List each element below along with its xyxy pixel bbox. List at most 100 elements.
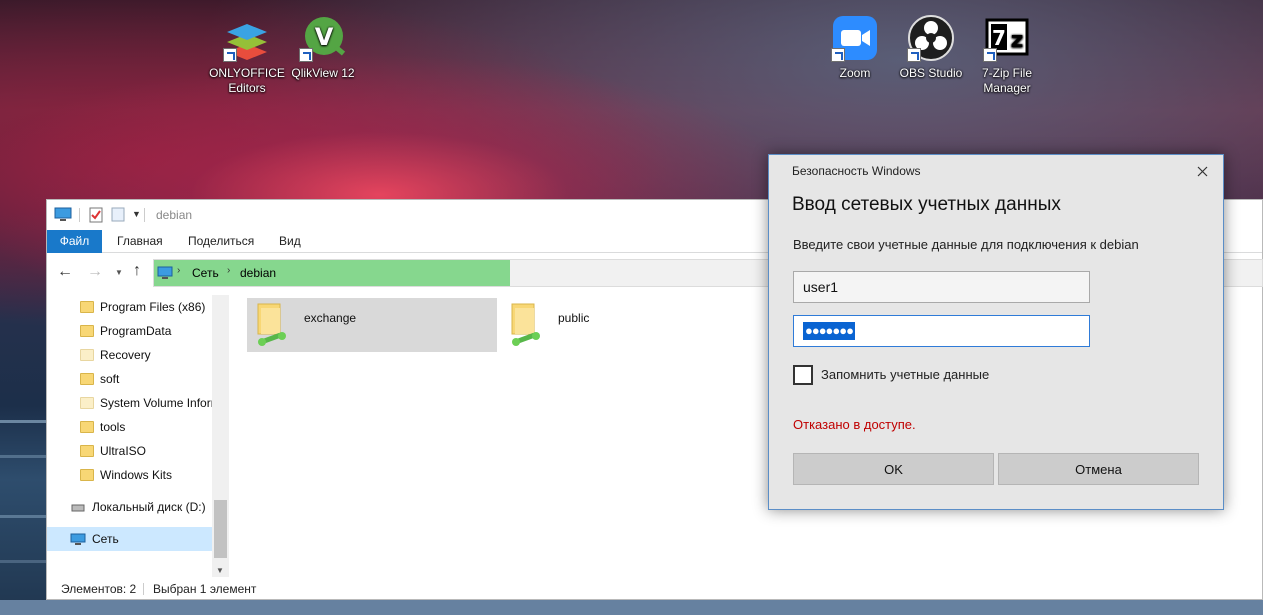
- desktop-icon-label: 7-Zip File Manager: [981, 66, 1032, 95]
- desktop-icon-label: OBS Studio: [899, 66, 963, 80]
- shared-folder-icon: [257, 303, 286, 346]
- tree-item-programdata[interactable]: ProgramData: [47, 319, 212, 343]
- recent-locations-chevron-icon[interactable]: ▼: [115, 268, 123, 277]
- tree-item-ultraiso[interactable]: UltraISO: [47, 439, 212, 463]
- tab-home[interactable]: Главная: [104, 230, 176, 253]
- breadcrumb-debian[interactable]: debian: [240, 266, 276, 280]
- network-share-exchange[interactable]: exchange: [247, 298, 497, 352]
- desktop-icon-obs[interactable]: OBS Studio: [891, 14, 971, 81]
- obs-icon: [907, 14, 955, 62]
- tab-file[interactable]: Файл: [47, 230, 102, 253]
- new-folder-icon[interactable]: [111, 207, 125, 222]
- folder-icon: [80, 301, 94, 313]
- svg-text:7: 7: [992, 26, 1006, 50]
- shortcut-arrow-icon: [299, 48, 313, 62]
- ok-button[interactable]: OK: [793, 453, 994, 485]
- tab-view[interactable]: Вид: [266, 230, 314, 253]
- up-arrow-icon[interactable]: ↑: [133, 262, 141, 280]
- folder-icon: [80, 469, 94, 481]
- window-title: debian: [156, 208, 193, 222]
- wallpaper-shore: [0, 600, 1263, 615]
- desktop-icon-qlikview[interactable]: V QlikView 12: [283, 14, 363, 81]
- breadcrumb-separator-icon: ›: [177, 265, 181, 276]
- network-icon: [157, 266, 173, 279]
- share-name: exchange: [304, 311, 357, 325]
- status-divider: [143, 583, 144, 595]
- remember-credentials-checkbox[interactable]: [793, 365, 813, 385]
- tree-item-label: Windows Kits: [100, 468, 173, 482]
- toolbar-divider: [79, 208, 80, 222]
- network-icon: [70, 533, 86, 545]
- tree-item-soft[interactable]: soft: [47, 367, 212, 391]
- folder-icon: [80, 349, 94, 361]
- tree-item-local-disk-d[interactable]: Локальный диск (D:): [47, 495, 212, 519]
- error-message: Отказано в доступе.: [793, 417, 916, 432]
- tree-item-label: Program Files (x86): [100, 300, 206, 314]
- forward-arrow-icon[interactable]: →: [87, 263, 103, 281]
- tree-item-label: Recovery: [100, 348, 151, 362]
- folder-icon: [80, 397, 94, 409]
- scroll-down-icon[interactable]: ▼: [216, 566, 224, 575]
- shortcut-arrow-icon: [983, 48, 997, 62]
- navigation-pane: Program Files (x86) ProgramData Recovery…: [47, 295, 230, 577]
- toolbar-divider: [144, 208, 145, 222]
- 7zip-icon: 7 z: [983, 14, 1031, 62]
- cancel-button[interactable]: Отмена: [998, 453, 1199, 485]
- username-field[interactable]: user1: [793, 271, 1090, 303]
- desktop-icon-label: Zoom: [839, 66, 871, 80]
- tree-item-label: UltraISO: [100, 444, 147, 458]
- onlyoffice-icon: [223, 14, 271, 62]
- chevron-down-icon[interactable]: ▼: [132, 209, 141, 219]
- qlikview-icon: V: [299, 14, 347, 62]
- desktop-icon-label: QlikView 12: [291, 66, 355, 80]
- tree-item-network[interactable]: Сеть: [47, 527, 212, 551]
- tree-item-label: tools: [100, 420, 126, 434]
- selection-count: Выбран 1 элемент: [153, 582, 257, 596]
- folder-icon: [80, 373, 94, 385]
- tree-item-label: Сеть: [92, 532, 119, 546]
- tree-item-label: Локальный диск (D:): [92, 500, 206, 514]
- scrollbar-thumb[interactable]: [214, 500, 227, 558]
- tree-item-system-volume-information[interactable]: System Volume Information: [47, 391, 212, 415]
- svg-text:z: z: [1011, 28, 1024, 53]
- desktop-icon-onlyoffice[interactable]: ONLYOFFICE Editors: [207, 14, 287, 96]
- properties-icon[interactable]: [89, 206, 103, 223]
- password-mask: ●●●●●●●: [803, 322, 855, 340]
- desktop-icon-zoom[interactable]: Zoom: [815, 14, 895, 81]
- desktop-icon-label: ONLYOFFICE Editors: [209, 66, 285, 95]
- share-name: public: [558, 311, 590, 325]
- tree-item-windows-kits[interactable]: Windows Kits: [47, 463, 212, 487]
- dialog-prompt: Введите свои учетные данные для подключе…: [793, 237, 1139, 252]
- tree-item-label: System Volume Information: [100, 396, 212, 410]
- credentials-dialog: Безопасность Windows Ввод сетевых учетны…: [768, 154, 1224, 510]
- drive-icon: [71, 504, 85, 512]
- password-field[interactable]: ●●●●●●●: [793, 315, 1090, 347]
- shared-folder-icon: [511, 303, 540, 346]
- desktop-icon-7zip[interactable]: 7 z 7-Zip File Manager: [967, 14, 1047, 96]
- svg-text:V: V: [315, 23, 334, 51]
- close-icon: [1197, 166, 1208, 177]
- remember-credentials-label[interactable]: Запомнить учетные данные: [821, 367, 989, 382]
- back-arrow-icon[interactable]: ←: [57, 263, 73, 281]
- shortcut-arrow-icon: [907, 48, 921, 62]
- computer-icon: [54, 207, 72, 221]
- shortcut-arrow-icon: [223, 48, 237, 62]
- tree-item-recovery[interactable]: Recovery: [47, 343, 212, 367]
- folder-icon: [80, 325, 94, 337]
- folder-icon: [80, 445, 94, 457]
- tree-item-label: ProgramData: [100, 324, 172, 338]
- item-count: Элементов: 2: [61, 582, 137, 596]
- folder-icon: [80, 421, 94, 433]
- breadcrumb-separator-icon: ›: [227, 265, 231, 276]
- network-share-public[interactable]: public: [501, 298, 751, 352]
- navigation-pane-scrollbar[interactable]: ▼: [212, 295, 229, 577]
- breadcrumb-network[interactable]: Сеть: [192, 266, 219, 280]
- zoom-icon: [831, 14, 879, 62]
- tab-share[interactable]: Поделиться: [175, 230, 267, 253]
- close-button[interactable]: [1187, 158, 1217, 184]
- dialog-title: Ввод сетевых учетных данных: [792, 194, 1061, 215]
- tree-item-program-files-x86[interactable]: Program Files (x86): [47, 295, 212, 319]
- tree-item-tools[interactable]: tools: [47, 415, 212, 439]
- status-bar: Элементов: 2 Выбран 1 элемент: [47, 578, 1262, 600]
- dialog-caption: Безопасность Windows: [792, 164, 921, 178]
